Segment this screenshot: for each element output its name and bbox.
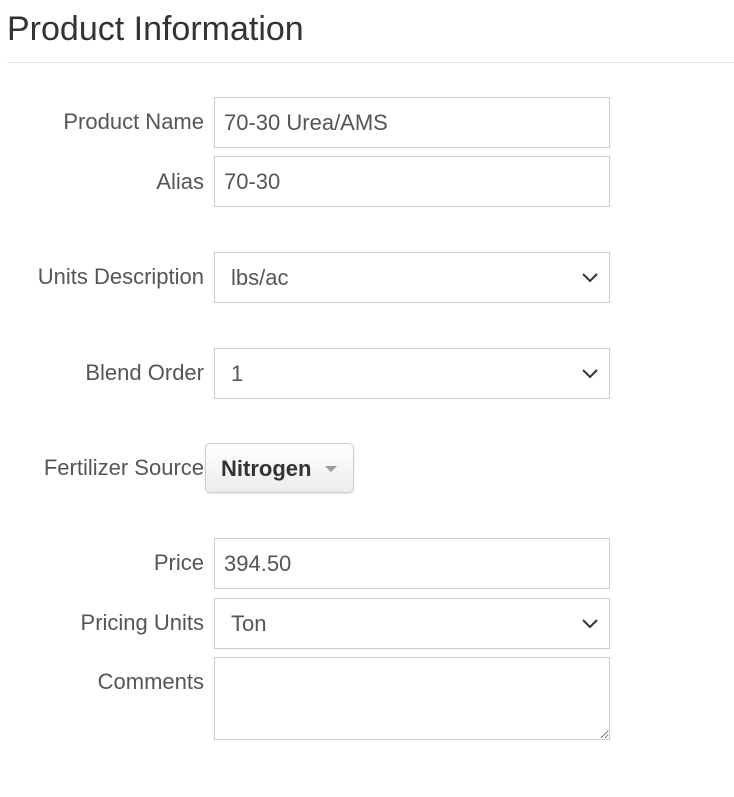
pricing-units-select[interactable]: Ton	[214, 598, 610, 649]
price-input[interactable]	[214, 538, 610, 589]
caret-down-icon	[325, 466, 337, 472]
units-description-label: Units Description	[37, 264, 204, 289]
fertilizer-source-dropdown[interactable]: Nitrogen	[205, 443, 354, 493]
pricing-units-label: Pricing Units	[80, 610, 204, 635]
chevron-down-icon	[582, 273, 598, 283]
price-label: Price	[153, 550, 204, 575]
product-name-input[interactable]	[214, 97, 610, 148]
chevron-down-icon	[582, 619, 598, 629]
fertilizer-source-value: Nitrogen	[221, 456, 312, 481]
comments-textarea[interactable]	[214, 657, 610, 740]
comments-label: Comments	[97, 669, 204, 694]
blend-order-value: 1	[231, 361, 244, 386]
page-title: Product Information	[7, 10, 304, 48]
pricing-units-value: Ton	[231, 611, 267, 636]
blend-order-label: Blend Order	[85, 360, 204, 385]
title-divider	[7, 62, 734, 63]
fertilizer-source-label: Fertilizer Source	[43, 455, 204, 480]
blend-order-select[interactable]: 1	[214, 348, 610, 399]
alias-input[interactable]	[214, 156, 610, 207]
units-description-value: lbs/ac	[231, 265, 289, 290]
alias-label: Alias	[156, 169, 204, 194]
units-description-select[interactable]: lbs/ac	[214, 252, 610, 303]
chevron-down-icon	[582, 369, 598, 379]
product-name-label: Product Name	[63, 109, 204, 134]
